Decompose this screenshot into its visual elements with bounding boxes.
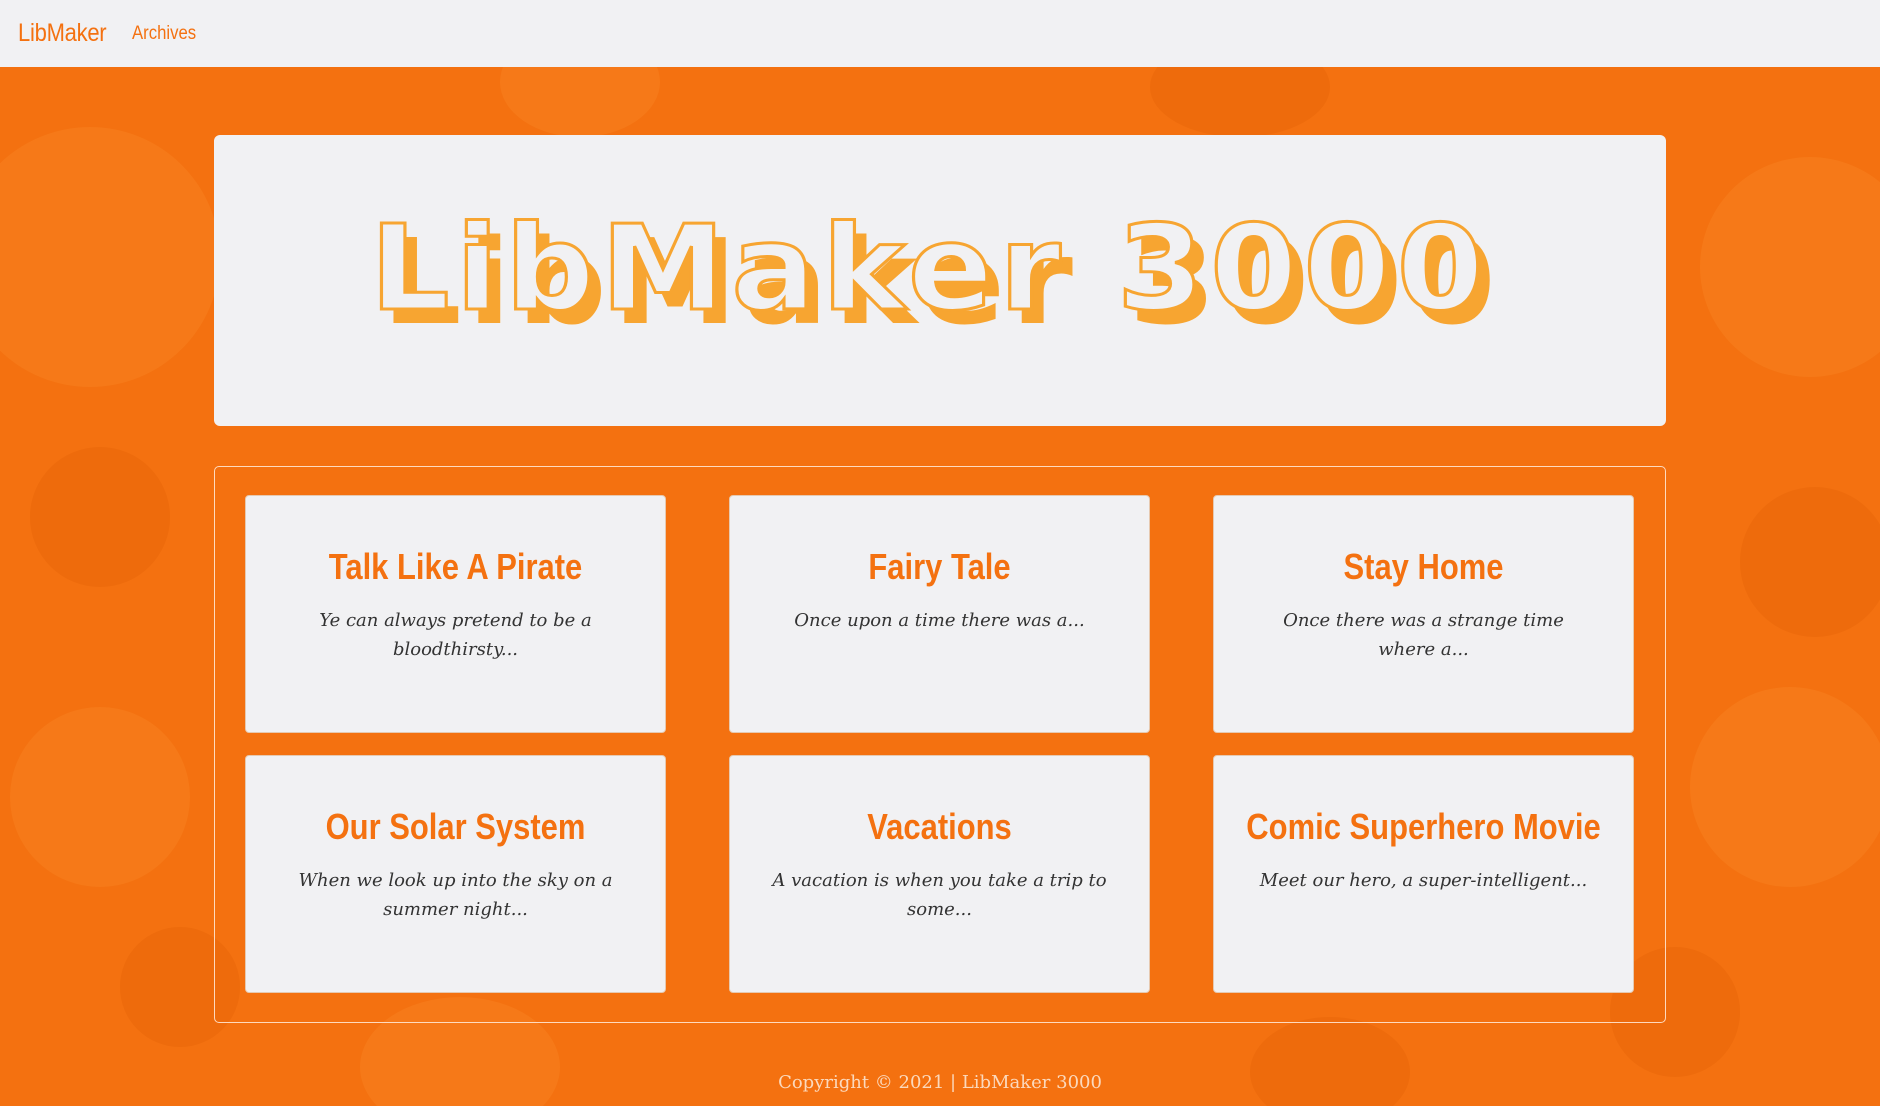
story-card-solar-system[interactable]: Our Solar System When we look up into th…	[245, 755, 666, 993]
hero-logo: LibMaker 3000 LibMaker 3000	[369, 211, 1497, 351]
story-card-pirate[interactable]: Talk Like A Pirate Ye can always pretend…	[245, 495, 666, 733]
card-title: Our Solar System	[325, 806, 586, 847]
top-navbar: LibMaker Archives	[0, 0, 1880, 67]
card-description: A vacation is when you take a trip to so…	[772, 870, 1107, 920]
story-card-vacations[interactable]: Vacations A vacation is when you take a …	[729, 755, 1150, 993]
card-title: Stay Home	[1343, 546, 1504, 587]
card-title: Vacations	[867, 806, 1012, 847]
brand-link[interactable]: LibMaker	[18, 19, 107, 48]
card-title: Talk Like A Pirate	[328, 546, 583, 587]
story-card-stay-home[interactable]: Stay Home Once there was a strange time …	[1213, 495, 1634, 733]
card-description: Once upon a time there was a...	[794, 610, 1085, 631]
hero-banner: LibMaker 3000 LibMaker 3000	[214, 135, 1666, 426]
card-description: Meet our hero, a super-intelligent...	[1259, 870, 1588, 891]
logo-text: LibMaker 3000	[370, 211, 1490, 337]
story-card-superhero[interactable]: Comic Superhero Movie Meet our hero, a s…	[1213, 755, 1634, 993]
card-description: When we look up into the sky on a summer…	[298, 870, 613, 920]
footer-copyright: Copyright © 2021 | LibMaker 3000	[778, 1072, 1102, 1093]
story-card-fairy-tale[interactable]: Fairy Tale Once upon a time there was a.…	[729, 495, 1150, 733]
card-description: Once there was a strange time where a...	[1283, 610, 1564, 660]
card-title: Comic Superhero Movie	[1246, 806, 1601, 847]
story-cards-grid: Talk Like A Pirate Ye can always pretend…	[214, 466, 1666, 1023]
nav-link-archives[interactable]: Archives	[132, 23, 196, 45]
card-description: Ye can always pretend to be a bloodthirs…	[319, 610, 592, 660]
card-title: Fairy Tale	[868, 546, 1011, 587]
